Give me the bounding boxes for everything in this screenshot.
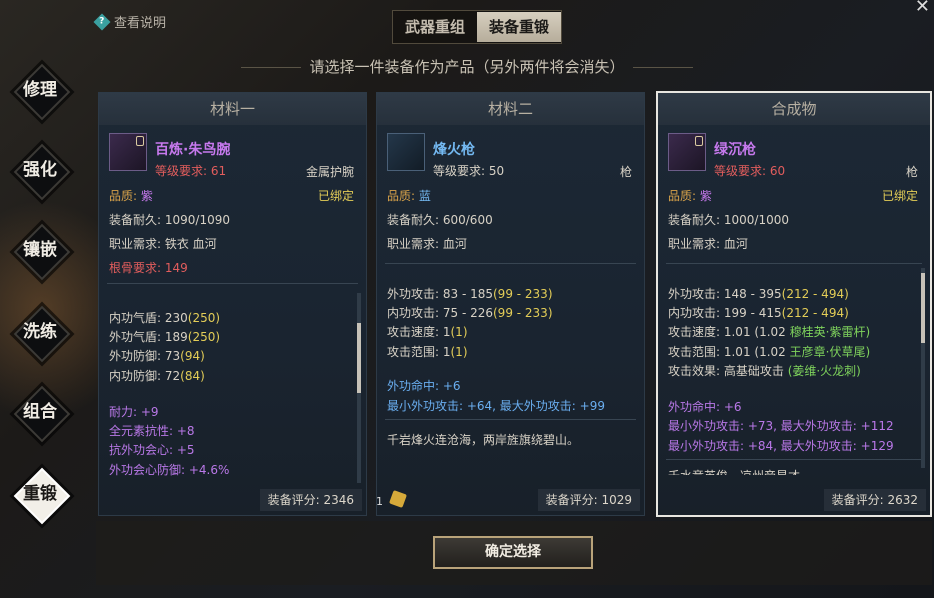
- nav-reforge[interactable]: 重锻: [13, 467, 71, 525]
- equipment-score: 装备评分: 1029: [537, 489, 640, 511]
- item-type: 枪: [905, 165, 918, 179]
- spear-icon: [387, 133, 425, 171]
- item-type: 枪: [619, 165, 632, 179]
- extra-attr: 外功命中: +6: [668, 400, 742, 414]
- lock-icon: [695, 136, 703, 146]
- panel-header: 材料一: [99, 93, 366, 125]
- tab-weapon-recombine[interactable]: 武器重组: [393, 12, 477, 42]
- stat-row: 内功攻击: 75 - 226(99 - 233): [387, 306, 553, 320]
- extra-attr: 抗外功会心: +5: [109, 443, 195, 457]
- equipment-score: 装备评分: 2346: [259, 489, 362, 511]
- item-name: 绿沉枪: [714, 142, 756, 158]
- durability: 装备耐久: 1000/1000: [668, 213, 789, 227]
- quality-row: 品质: 紫: [109, 189, 153, 203]
- level-requirement: 等级要求: 60: [714, 164, 786, 178]
- stat-row: 外功攻击: 83 - 185(99 - 233): [387, 287, 553, 301]
- stat-row: 攻击效果: 高基础攻击 (姜维·火龙刺): [668, 364, 861, 378]
- item-type: 金属护腕: [305, 165, 354, 179]
- panel-header: 材料二: [377, 93, 644, 125]
- instruction-text: 请选择一件装备作为产品（另外两件将会消失）: [0, 56, 934, 77]
- stat-row: 外功防御: 73(94): [109, 349, 205, 363]
- extra-attr: 最小外功攻击: +84, 最大外功攻击: +129: [668, 439, 894, 453]
- stat-row: 内功防御: 72(84): [109, 369, 205, 383]
- lock-icon: [136, 136, 144, 146]
- extra-attr: 耐力: +9: [109, 405, 159, 419]
- tab-bar: 武器重组 装备重锻: [392, 10, 563, 44]
- job-requirement: 职业需求: 血河: [668, 237, 748, 251]
- question-icon: ?: [93, 13, 111, 30]
- help-label: 查看说明: [114, 16, 167, 31]
- durability: 装备耐久: 1090/1090: [109, 213, 230, 227]
- material-panel-2[interactable]: 材料二 烽火枪 等级要求: 50 枪 品质: 蓝 装备耐久: 600/600 职…: [376, 92, 645, 516]
- job-requirement: 职业需求: 血河: [387, 237, 467, 251]
- bracer-icon: [109, 133, 147, 171]
- stat-row: 外功气盾: 189(250): [109, 330, 221, 344]
- equipment-score: 装备评分: 2632: [823, 489, 926, 511]
- nav-combine[interactable]: 组合: [13, 385, 71, 443]
- close-icon[interactable]: ✕: [915, 0, 930, 16]
- flavor-text: 千岩烽火连沧海，两岸旌旗绕碧山。: [387, 433, 580, 447]
- scrollbar[interactable]: [357, 293, 361, 483]
- extra-attr: 最小外功攻击: +73, 最大外功攻击: +112: [668, 419, 894, 433]
- scrollbar[interactable]: [921, 268, 925, 468]
- nav-refine[interactable]: 洗练: [13, 305, 71, 363]
- item-name: 百炼·朱鸟腕: [155, 142, 231, 158]
- stat-row: 攻击范围: 1.01 (1.02 王彦章·伏草尾): [668, 345, 871, 359]
- bound-status: 已绑定: [317, 189, 354, 203]
- stat-row: 攻击速度: 1.01 (1.02 穆桂英·紫雷杆): [668, 325, 871, 339]
- spear-icon: [668, 133, 706, 171]
- durability: 装备耐久: 600/600: [387, 213, 493, 227]
- stat-row: 内功气盾: 230(250): [109, 311, 221, 325]
- extra-attr: 全元素抗性: +8: [109, 424, 195, 438]
- bound-status: 已绑定: [881, 189, 918, 203]
- nav-inlay[interactable]: 镶嵌: [13, 223, 71, 281]
- material-panel-1[interactable]: 材料一 百炼·朱鸟腕 等级要求: 61 金属护腕 品质: 紫 已绑定 装备耐久:…: [98, 92, 367, 516]
- item-count: 1: [376, 495, 383, 508]
- item-name: 烽火枪: [433, 142, 475, 158]
- nav-repair[interactable]: 修理: [13, 63, 71, 121]
- level-requirement: 等级要求: 50: [433, 164, 505, 178]
- extra-attr: 外功命中: +6: [387, 379, 461, 393]
- stat-row: 攻击范围: 1(1): [387, 345, 468, 359]
- stat-row: 攻击速度: 1(1): [387, 325, 468, 339]
- extra-attr: 外功会心防御: +4.6%: [109, 463, 230, 477]
- bone-requirement: 根骨要求: 149: [109, 261, 188, 275]
- stat-row: 外功攻击: 148 - 395(212 - 494): [668, 287, 849, 301]
- help-link[interactable]: ? 查看说明: [93, 12, 167, 31]
- tab-equipment-reforge[interactable]: 装备重锻: [477, 12, 562, 42]
- nav-enhance[interactable]: 强化: [13, 143, 71, 201]
- stat-row: 内功攻击: 199 - 415(212 - 494): [668, 306, 849, 320]
- confirm-button[interactable]: 确定选择: [433, 536, 593, 569]
- flavor-text: 千水竞英俊，凉州帝星才: [668, 467, 800, 475]
- panel-header: 合成物: [658, 93, 930, 125]
- quality-row: 品质: 紫: [668, 189, 712, 203]
- level-requirement: 等级要求: 61: [155, 164, 227, 178]
- quality-row: 品质: 蓝: [387, 189, 431, 203]
- extra-attr: 最小外功攻击: +64, 最大外功攻击: +99: [387, 399, 605, 413]
- job-requirement: 职业需求: 铁衣 血河: [109, 237, 217, 251]
- result-panel[interactable]: 合成物 绿沉枪 等级要求: 60 枪 品质: 紫 已绑定 装备耐久: 1000/…: [656, 91, 932, 517]
